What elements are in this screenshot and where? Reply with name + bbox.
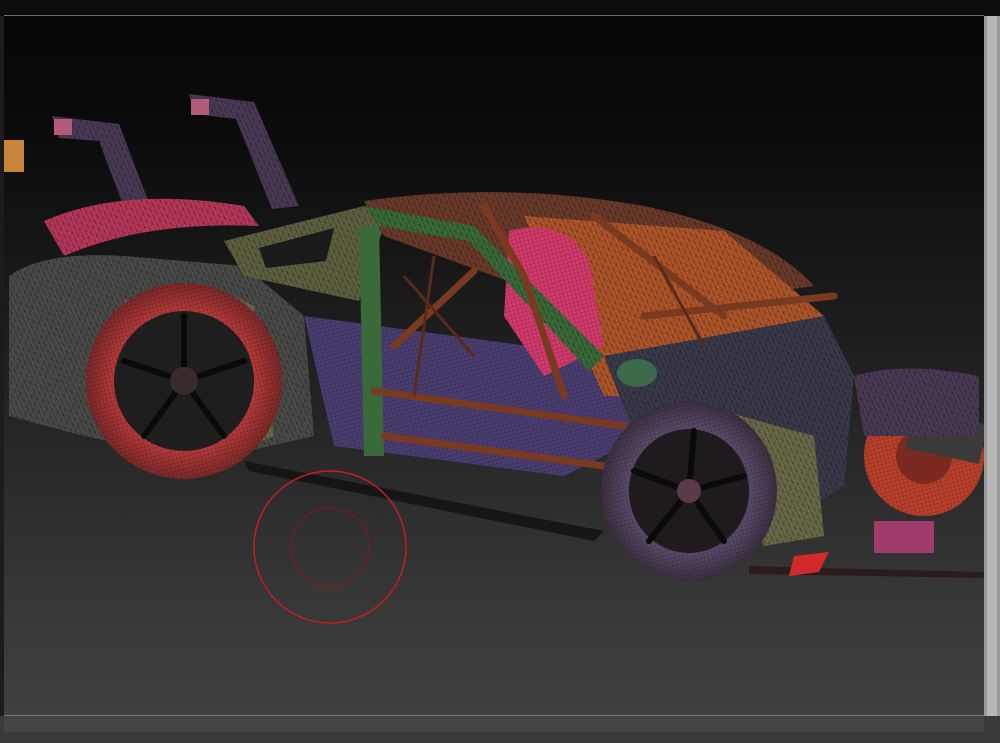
right-scroll-track[interactable]: [987, 16, 997, 716]
brush-inner-ring: [290, 507, 370, 587]
front-wheel: [601, 401, 777, 581]
right-scrollbar[interactable]: [984, 16, 1000, 716]
zbrush-window: [0, 0, 1000, 743]
bottom-tray-inner: [4, 716, 984, 732]
rear-wheel: [86, 283, 282, 479]
3d-viewport-canvas[interactable]: [4, 16, 984, 715]
rear-wing: [44, 198, 259, 256]
model-render: [4, 94, 984, 624]
bottom-tray: [0, 716, 1000, 743]
top-toolbar-strip: [0, 0, 1000, 16]
